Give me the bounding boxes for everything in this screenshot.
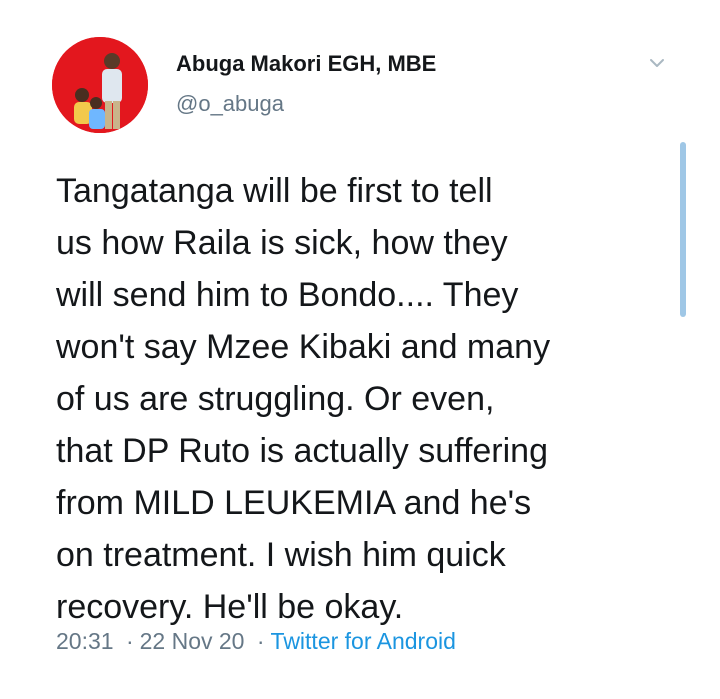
avatar-photo: [52, 37, 148, 133]
tweet-card: Abuga Makori EGH, MBE @o_abuga Tangatang…: [0, 0, 720, 699]
chevron-down-icon[interactable]: [646, 52, 668, 74]
avatar[interactable]: [52, 37, 148, 133]
author-info: Abuga Makori EGH, MBE @o_abuga: [176, 50, 436, 118]
tweet-text: Tangatanga will be first to tell us how …: [56, 172, 551, 626]
tweet-metadata: 20:31 · 22 Nov 20 · Twitter for Android: [56, 626, 456, 656]
author-display-name[interactable]: Abuga Makori EGH, MBE: [176, 50, 436, 78]
tweet-source-link[interactable]: Twitter for Android: [271, 628, 456, 654]
tweet-time[interactable]: 20:31: [56, 628, 114, 654]
scrollbar-thumb[interactable]: [680, 142, 686, 317]
meta-separator: ·: [125, 628, 134, 654]
author-handle[interactable]: @o_abuga: [176, 90, 436, 118]
tweet-date[interactable]: 22 Nov 20: [140, 628, 245, 654]
meta-separator: ·: [256, 628, 265, 654]
